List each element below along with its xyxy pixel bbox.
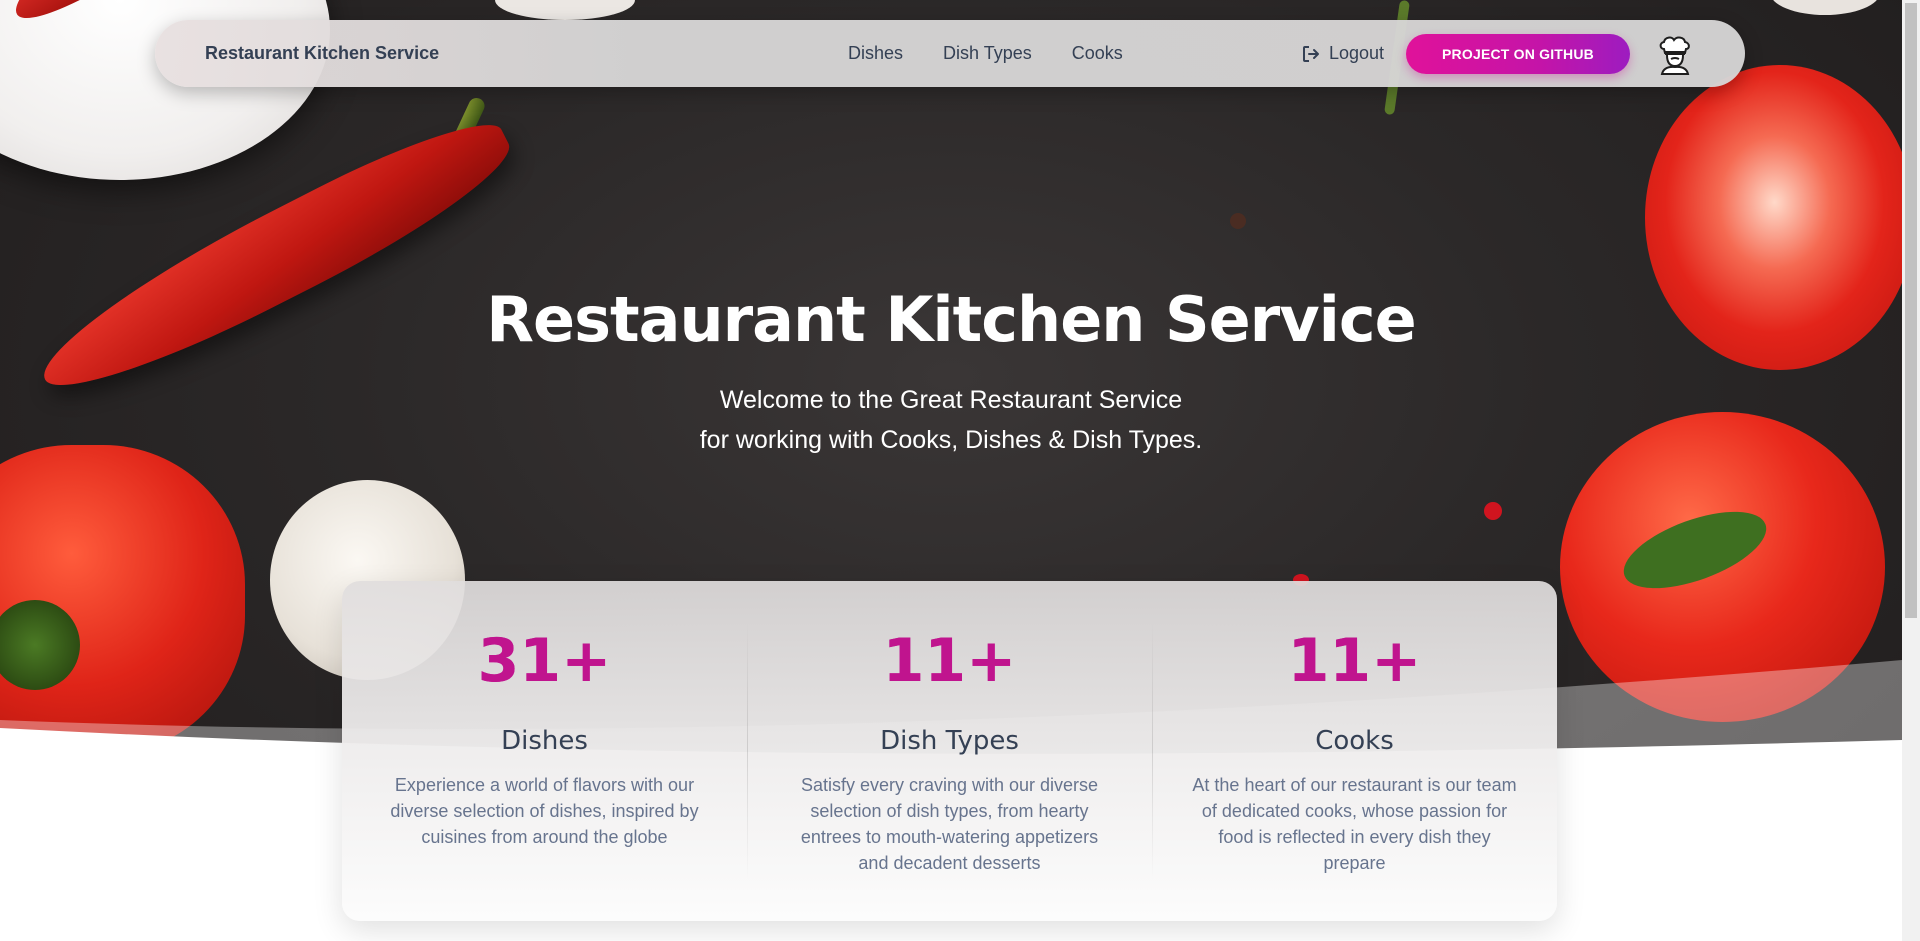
hero-subtitle-line-1: Welcome to the Great Restaurant Service bbox=[719, 386, 1183, 414]
hero-subtitle-line-2: for working with Cooks, Dishes & Dish Ty… bbox=[699, 426, 1203, 454]
logout-label: Logout bbox=[1329, 43, 1385, 63]
stat-description: Satisfy every craving with our diverse s… bbox=[800, 775, 1099, 873]
stat-description: Experience a world of flavors with our d… bbox=[390, 775, 699, 847]
stat-number: 31+ bbox=[342, 626, 747, 696]
chef-icon[interactable] bbox=[1654, 33, 1696, 75]
hero-title: Restaurant Kitchen Service bbox=[486, 283, 1416, 356]
stat-dish-types: 11+ Dish Types Satisfy every craving wit… bbox=[747, 581, 1152, 921]
page-scrollbar[interactable] bbox=[1902, 0, 1920, 941]
nav-link-dishes[interactable]: Dishes bbox=[848, 43, 903, 64]
project-on-github-button[interactable]: PROJECT ON GITHUB bbox=[1406, 34, 1630, 74]
sign-out-icon bbox=[1303, 45, 1319, 62]
nav-links: Dishes Dish Types Cooks bbox=[848, 20, 1123, 87]
brand-link[interactable]: Restaurant Kitchen Service bbox=[205, 20, 439, 87]
stat-number: 11+ bbox=[747, 626, 1152, 696]
stat-dishes: 31+ Dishes Experience a world of flavors… bbox=[342, 581, 747, 921]
nav-link-dish-types[interactable]: Dish Types bbox=[943, 43, 1032, 64]
stats-card: 31+ Dishes Experience a world of flavors… bbox=[342, 581, 1557, 921]
stat-cooks: 11+ Cooks At the heart of our restaurant… bbox=[1152, 581, 1557, 921]
nav-link-cooks[interactable]: Cooks bbox=[1072, 43, 1123, 64]
logout-link[interactable]: Logout bbox=[1303, 20, 1384, 87]
stat-number: 11+ bbox=[1152, 626, 1557, 696]
stat-title: Dishes bbox=[501, 726, 588, 756]
stat-title: Cooks bbox=[1315, 726, 1394, 756]
navbar: Restaurant Kitchen Service Dishes Dish T… bbox=[155, 20, 1745, 87]
stat-title: Dish Types bbox=[880, 726, 1019, 756]
hero-subtitle: Welcome to the Great Restaurant Service … bbox=[0, 380, 1902, 460]
scrollbar-thumb[interactable] bbox=[1905, 3, 1917, 618]
stat-description: At the heart of our restaurant is our te… bbox=[1192, 775, 1517, 873]
